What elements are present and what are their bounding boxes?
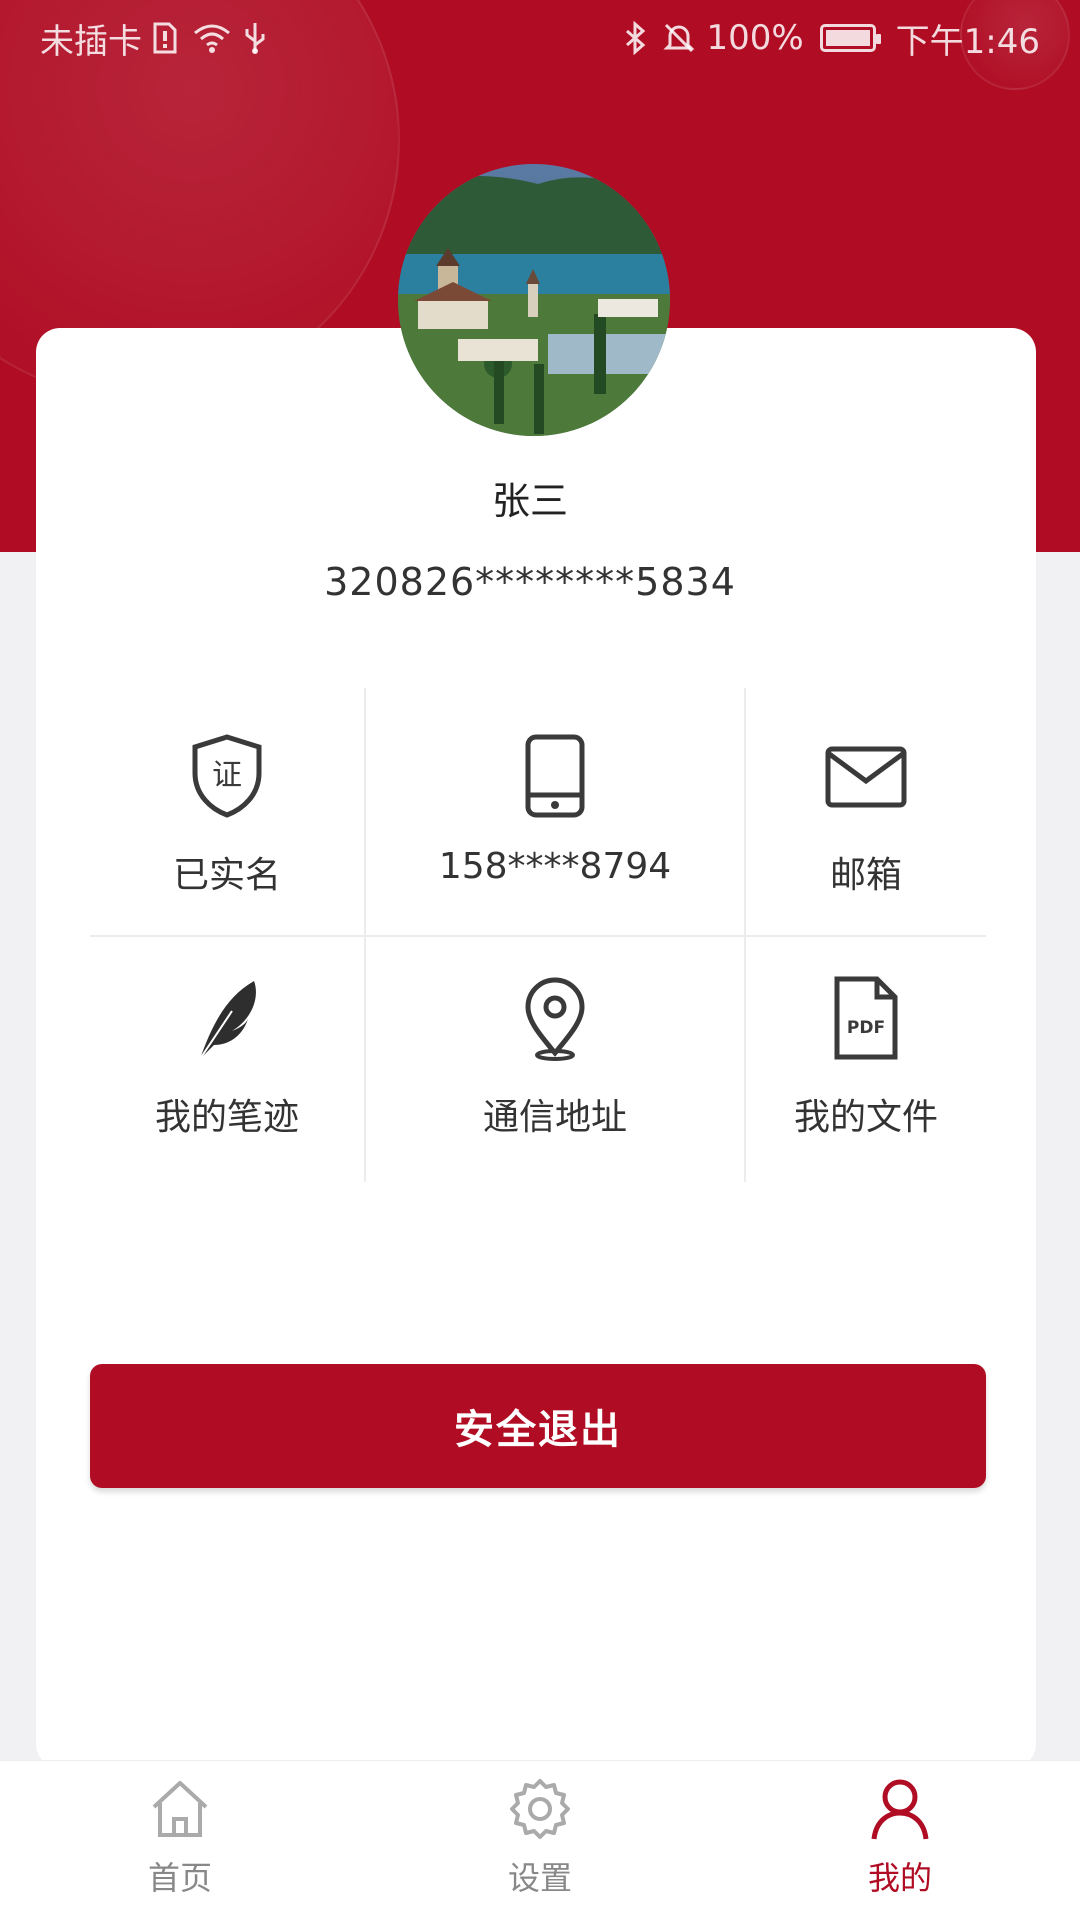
grid-item-label: 通信地址 [482,1097,627,1138]
location-pin-icon [510,970,600,1066]
user-name: 张三 [491,479,568,523]
pdf-file-icon: PDF [821,970,911,1066]
gear-icon [506,1775,574,1843]
grid-item-label: 已实名 [172,855,281,896]
battery-icon [819,24,881,52]
grid-divider [90,935,986,937]
status-bar: 未插卡 100% 下午1:46 [0,0,1080,76]
grid-item-label: 我的文件 [793,1097,938,1138]
bluetooth-icon [622,20,652,56]
tab-mine[interactable]: 我的 [720,1761,1080,1920]
grid-item-phone[interactable]: 158****8794 [366,728,744,887]
mute-bell-icon [662,21,696,55]
user-icon [866,1775,934,1843]
bottom-tab-bar: 首页 设置 我的 [0,1760,1080,1920]
grid-item-label: 邮箱 [829,855,902,896]
grid-item-files[interactable]: PDF 我的文件 [746,970,986,1140]
home-icon [146,1775,214,1843]
feather-icon [182,970,272,1066]
carrier-label: 未插卡 [40,21,142,62]
wifi-icon [192,21,232,55]
certificate-shield-icon: 证 [182,728,272,824]
grid-item-signature[interactable]: 我的笔迹 [90,970,364,1140]
tab-label: 我的 [867,1859,932,1897]
user-id-number: 320826********5834 [324,560,736,604]
logout-button[interactable]: 安全退出 [90,1364,986,1488]
battery-percent: 100% [706,18,804,58]
grid-item-address[interactable]: 通信地址 [366,970,744,1140]
envelope-icon [821,728,911,824]
mobile-phone-icon [510,728,600,824]
sim-icon [152,21,182,55]
usb-icon [242,21,272,55]
tab-label: 设置 [507,1859,572,1897]
clock-time: 下午1:46 [895,21,1040,62]
svg-text:证: 证 [212,758,242,793]
grid-item-real-name[interactable]: 证 已实名 [90,728,364,898]
tab-settings[interactable]: 设置 [360,1761,720,1920]
grid-item-label: 158****8794 [438,846,672,887]
tab-label: 首页 [147,1859,212,1897]
account-feature-grid: 证 已实名 158****8794 邮箱 我的笔迹 通信地址 PDF 我的文件 [90,688,986,1182]
grid-item-label: 我的笔迹 [154,1097,299,1138]
avatar[interactable] [398,164,670,436]
tab-home[interactable]: 首页 [0,1761,360,1920]
svg-text:PDF: PDF [847,1018,885,1038]
grid-item-email[interactable]: 邮箱 [746,728,986,898]
